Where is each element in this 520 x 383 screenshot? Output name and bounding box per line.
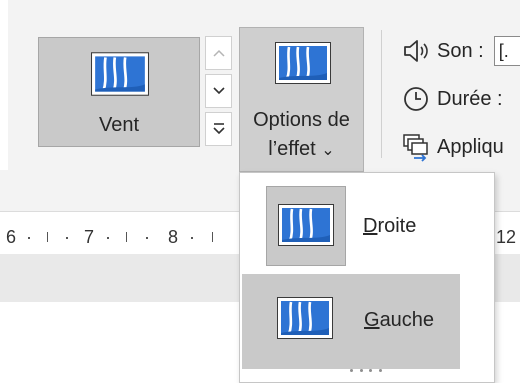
effect-options-icon (275, 42, 331, 84)
duration-label: Durée : (437, 87, 503, 110)
menu-item-gauche-label: Gauche (364, 309, 434, 332)
droite-thumbnail (266, 186, 346, 266)
chevron-down-icon: ⌄ (321, 142, 335, 159)
wind-transition-icon (91, 52, 149, 96)
ruler-number: 12 (496, 227, 517, 247)
menu-item-droite-label: Droite (363, 215, 416, 238)
sound-dropdown[interactable]: [. (493, 36, 520, 66)
transition-vent-label: Vent (98, 114, 140, 136)
menu-item-gauche[interactable]: Gauche (242, 274, 460, 369)
effect-options-dropdown: Droite Gauche (239, 172, 495, 383)
gallery-scroll-up-button[interactable] (205, 36, 232, 70)
label-rest: roite (377, 215, 417, 237)
grip-dot (378, 369, 382, 372)
ruler-dot (107, 237, 109, 239)
accelerator-key: G (364, 309, 380, 331)
apply-to-all-button[interactable]: Appliqu (401, 132, 504, 162)
effect-options-label-text: l’effet (268, 138, 316, 160)
grip-dot (359, 369, 363, 372)
ruler-dot (66, 237, 68, 239)
gallery-left-edge (0, 0, 8, 170)
ruler-number: 8 (168, 227, 179, 247)
chevron-down-icon (212, 87, 225, 95)
ruler-number: 7 (84, 227, 95, 247)
duration-control[interactable]: Durée : (401, 84, 503, 114)
ruler-dot (146, 237, 148, 239)
ruler-tick (126, 232, 127, 242)
gallery-more-button[interactable] (205, 112, 232, 146)
effect-options-label-line2: l’effet ⌄ (240, 135, 363, 165)
ruler-tick (47, 232, 48, 242)
group-separator (381, 30, 382, 158)
apply-to-all-icon (403, 134, 428, 162)
grip-dot (369, 369, 373, 372)
apply-to-all-label: Appliqu (437, 135, 504, 158)
gallery-more-icon (212, 123, 225, 135)
effect-options-label-line1: Options de (253, 109, 350, 131)
sound-control[interactable]: Son : [. (401, 36, 520, 66)
chevron-up-icon (212, 49, 225, 57)
resize-grip[interactable] (350, 369, 382, 377)
ruler-tick (212, 232, 213, 242)
gallery-scroll-down-button[interactable] (205, 74, 232, 108)
grip-dot (350, 369, 353, 372)
ruler-dot (28, 237, 30, 239)
wind-right-icon (278, 204, 334, 246)
menu-item-droite[interactable]: Droite (241, 179, 493, 277)
effect-options-label: Options de l’effet ⌄ (240, 106, 363, 165)
effect-options-button[interactable]: Options de l’effet ⌄ (239, 27, 364, 172)
label-rest: auche (379, 309, 435, 331)
accelerator-key: D (363, 215, 378, 237)
wind-left-icon (277, 297, 333, 339)
ruler-number: 6 (6, 227, 17, 247)
transition-vent-button[interactable]: Vent (38, 37, 200, 147)
speaker-icon (404, 40, 428, 62)
sound-label: Son : (437, 39, 484, 62)
ruler-dot (191, 237, 193, 239)
clock-icon (404, 87, 428, 111)
